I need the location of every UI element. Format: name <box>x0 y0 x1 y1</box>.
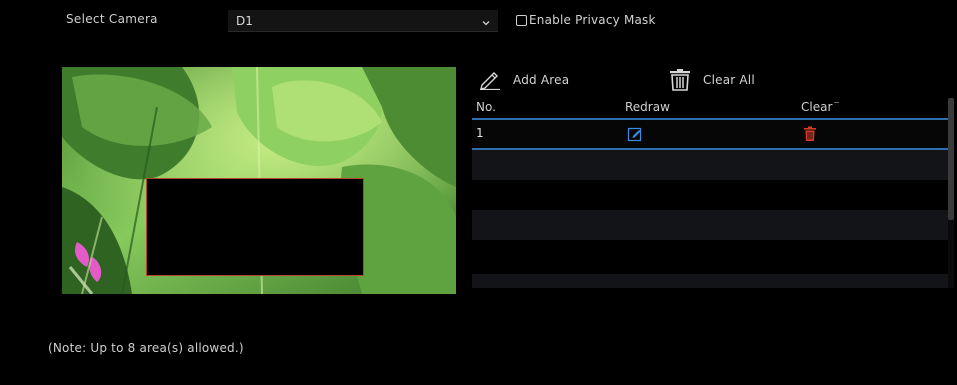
camera-dropdown-value: D1 <box>236 14 253 28</box>
area-limit-note: (Note: Up to 8 area(s) allowed.) <box>48 341 244 355</box>
delete-icon[interactable] <box>802 126 818 142</box>
header-redraw: Redraw <box>625 100 670 114</box>
trash-icon <box>666 69 694 91</box>
select-camera-label: Select Camera <box>66 12 158 26</box>
enable-privacy-mask-label: Enable Privacy Mask <box>529 13 656 27</box>
enable-privacy-mask-checkbox[interactable]: Enable Privacy Mask <box>516 12 656 28</box>
table-row-empty <box>472 150 948 180</box>
area-table: No. Redraw Clear 1 <box>472 98 948 288</box>
table-row-empty <box>472 180 948 210</box>
header-no: No. <box>476 100 496 114</box>
table-scrollbar[interactable] <box>948 98 954 288</box>
area-toolbar: Add Area Clear All <box>472 66 952 94</box>
table-header: No. Redraw Clear <box>472 98 948 120</box>
clear-all-button[interactable]: Clear All <box>666 66 755 94</box>
table-row-empty <box>472 274 948 288</box>
camera-dropdown[interactable]: D1 <box>228 10 498 32</box>
clear-all-label: Clear All <box>703 73 755 87</box>
privacy-mask-panel: Select Camera D1 Enable Privacy Mask Add… <box>0 0 957 385</box>
checkbox-box <box>516 14 527 26</box>
add-area-button[interactable]: Add Area <box>476 66 569 94</box>
column-resize-handle[interactable] <box>834 102 839 103</box>
add-area-label: Add Area <box>513 73 570 87</box>
table-row[interactable]: 1 <box>472 120 948 150</box>
edit-icon[interactable] <box>627 126 643 142</box>
pencil-icon <box>476 69 504 91</box>
chevron-down-icon <box>480 14 492 26</box>
table-row-empty <box>472 240 948 274</box>
table-row-empty <box>472 210 948 240</box>
header-clear: Clear <box>801 100 833 114</box>
camera-preview[interactable] <box>62 67 456 294</box>
privacy-mask-area[interactable] <box>146 178 364 276</box>
row-number: 1 <box>476 126 484 140</box>
camera-select-row: Select Camera D1 Enable Privacy Mask <box>0 0 957 40</box>
scrollbar-thumb[interactable] <box>948 98 954 220</box>
